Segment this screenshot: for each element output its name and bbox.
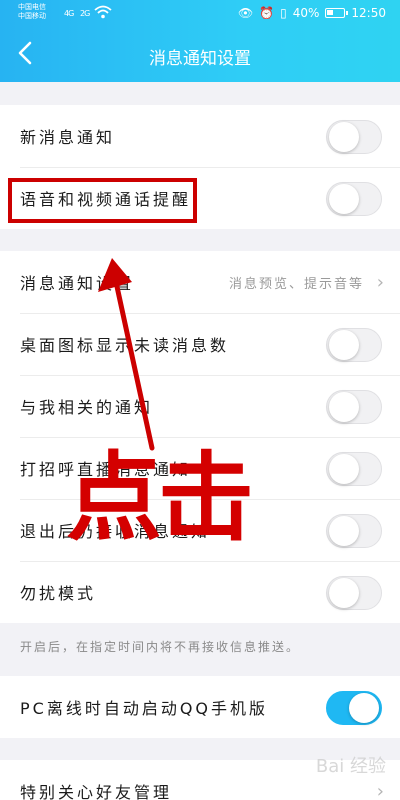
annotation-click-text: 点击 <box>66 442 254 554</box>
chevron-right-icon: › <box>376 271 384 293</box>
toggle-knob <box>329 122 359 152</box>
header-bar: 中国电信 中国移动 4G 2G 👁 ⏰ ▯ 40% 12:50 消息通知设置 <box>0 0 400 82</box>
pc-offline-toggle[interactable] <box>326 691 382 725</box>
dnd-note: 开启后，在指定时间内将不再接收信息推送。 <box>20 640 301 654</box>
toggle-knob <box>329 184 359 214</box>
alarm-icon: ⏰ <box>259 6 275 20</box>
toggle-knob <box>329 392 359 422</box>
toggle-knob <box>329 578 359 608</box>
receive-after-exit-toggle[interactable] <box>326 514 382 548</box>
related-notify-toggle[interactable] <box>326 390 382 424</box>
network-2-label: 2G <box>80 9 90 18</box>
row-label: 特别关心好友管理 <box>20 783 173 800</box>
wifi-icon <box>94 5 112 19</box>
carrier-1: 中国电信 <box>18 3 46 11</box>
page-title: 消息通知设置 <box>149 49 251 69</box>
pc-offline-group: PC离线时自动启动QQ手机版 <box>0 676 400 738</box>
carrier-2: 中国移动 <box>18 12 46 20</box>
row-label: 勿扰模式 <box>20 584 97 603</box>
do-not-disturb-row: 勿扰模式 <box>0 561 400 623</box>
row-label: 消息通知设置 <box>20 274 135 293</box>
badge-unread-row: 桌面图标显示未读消息数 <box>0 313 400 375</box>
highlight-box <box>8 178 197 223</box>
toggle-knob <box>329 516 359 546</box>
battery-icon <box>325 8 349 18</box>
new-message-notify-row: 新消息通知 <box>0 105 400 167</box>
chevron-right-icon: › <box>376 780 384 800</box>
row-label: 新消息通知 <box>20 128 116 147</box>
clock-time: 12:50 <box>351 6 386 20</box>
vibrate-icon: ▯ <box>280 6 287 20</box>
row-label: 桌面图标显示未读消息数 <box>20 336 230 355</box>
toggle-knob <box>349 693 379 723</box>
carrier-labels: 中国电信 中国移动 <box>18 3 46 21</box>
toggle-knob <box>329 454 359 484</box>
voice-video-toggle[interactable] <box>326 182 382 216</box>
battery-percent: 40% <box>292 6 320 20</box>
do-not-disturb-toggle[interactable] <box>326 576 382 610</box>
watermark: Bai 经验 <box>315 756 386 777</box>
badge-unread-toggle[interactable] <box>326 328 382 362</box>
network-1-label: 4G <box>64 9 74 18</box>
greeting-live-toggle[interactable] <box>326 452 382 486</box>
toggle-knob <box>329 330 359 360</box>
message-notify-settings-row[interactable]: 消息通知设置 消息预览、提示音等 › <box>0 251 400 313</box>
row-value: 消息预览、提示音等 <box>228 276 364 292</box>
row-label: PC离线时自动启动QQ手机版 <box>20 699 269 718</box>
status-bar: 中国电信 中国移动 4G 2G 👁 ⏰ ▯ 40% 12:50 <box>0 0 400 30</box>
new-message-toggle[interactable] <box>326 120 382 154</box>
message-settings-group: 消息通知设置 消息预览、提示音等 › 桌面图标显示未读消息数 与我相关的通知 打… <box>0 251 400 623</box>
row-label: 与我相关的通知 <box>20 398 154 417</box>
eye-icon: 👁 <box>237 6 254 20</box>
pc-offline-row: PC离线时自动启动QQ手机版 <box>0 676 400 738</box>
related-notify-row: 与我相关的通知 <box>0 375 400 437</box>
